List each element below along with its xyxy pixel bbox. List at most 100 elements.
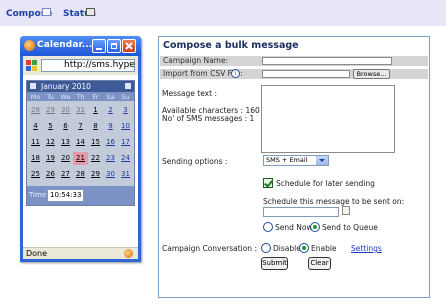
page-icon xyxy=(26,60,37,71)
campaign-name-input[interactable] xyxy=(262,57,392,65)
time-label: Time: xyxy=(29,191,49,199)
calendar-day[interactable]: 29 xyxy=(88,168,103,181)
weekday-label: Sa xyxy=(106,93,115,101)
calendar-day[interactable]: 20 xyxy=(58,152,73,165)
campaign-conversation-label: Campaign Conversation : xyxy=(162,244,257,253)
calendar-day[interactable]: 8 xyxy=(88,120,103,133)
calendar-day-grid: 28 29 30 31 1 2 3 4 5 6 7 8 9 10 11 12 13 14 15 16 17 18 19 20 2… xyxy=(27,101,134,185)
clear-button[interactable]: Clear xyxy=(308,257,331,270)
calendar-day[interactable]: 12 xyxy=(43,136,58,149)
firefox-status-icon xyxy=(124,249,133,258)
window-title: Calendar... xyxy=(37,40,93,50)
bookmark-star-icon[interactable]: ☆ xyxy=(126,60,135,71)
calendar-day[interactable]: 27 xyxy=(58,168,73,181)
weekday-label: Mo xyxy=(30,93,41,101)
calendar-day[interactable]: 22 xyxy=(88,152,103,165)
calendar-day[interactable]: 3 xyxy=(118,104,133,117)
calendar-popup-window: Calendar... http://sms.hype ☆ January 20… xyxy=(20,36,141,262)
calendar-day[interactable]: 28 xyxy=(73,168,88,181)
info-icon[interactable]: i xyxy=(231,69,240,78)
maximize-button[interactable] xyxy=(107,39,121,53)
calendar-day[interactable]: 26 xyxy=(43,168,58,181)
calendar-day[interactable]: 23 xyxy=(103,152,118,165)
calendar-header: January 2010 xyxy=(27,81,134,92)
calendar-day[interactable]: 24 xyxy=(118,152,133,165)
calendar-month: January 2010 xyxy=(41,82,91,91)
schedule-checkbox[interactable] xyxy=(263,178,273,188)
send-to-queue-radio[interactable] xyxy=(310,222,320,232)
weekday-header-row: Mo Tu We Th Fr Sa Su xyxy=(27,92,134,101)
calendar-day[interactable]: 13 xyxy=(58,136,73,149)
calendar-day[interactable]: 21 xyxy=(73,152,88,165)
calendar-day[interactable]: 2 xyxy=(103,104,118,117)
weekday-label: Tu xyxy=(46,93,55,101)
calendar-day[interactable]: 17 xyxy=(118,136,133,149)
enable-label: Enable xyxy=(311,244,337,253)
calendar-day[interactable]: 28 xyxy=(28,104,43,117)
conversation-enable-radio[interactable] xyxy=(299,243,309,253)
window-content: January 2010 Mo Tu We Th Fr Sa Su 28 29 30 31 1 2 3 4… xyxy=(23,75,138,247)
calendar-icon[interactable] xyxy=(342,206,350,215)
calendar-day[interactable]: 30 xyxy=(103,168,118,181)
calendar-day[interactable]: 18 xyxy=(28,152,43,165)
message-text-label: Message text : xyxy=(162,89,217,98)
page-title: Compose a bulk message xyxy=(163,40,299,51)
compose-icon[interactable] xyxy=(42,8,51,16)
sending-options-select[interactable]: SMS + Email xyxy=(263,155,329,166)
campaign-name-row: Campaign Name: xyxy=(160,56,428,66)
calendar-day[interactable]: 10 xyxy=(118,120,133,133)
browse-button[interactable]: Browse... xyxy=(353,69,390,79)
weekday-label: Th xyxy=(76,93,85,101)
send-now-radio[interactable] xyxy=(263,222,273,232)
submit-button[interactable]: Submit xyxy=(261,257,288,270)
address-text: http://sms.hype xyxy=(64,60,135,70)
minimize-button[interactable] xyxy=(92,39,106,53)
status-text: Done xyxy=(26,249,48,258)
next-month-button[interactable] xyxy=(125,83,131,89)
weekday-label: Su xyxy=(121,93,130,101)
calendar-day[interactable]: 6 xyxy=(58,120,73,133)
calendar-day[interactable]: 1 xyxy=(88,104,103,117)
calendar-day[interactable]: 30 xyxy=(58,104,73,117)
csv-file-input[interactable] xyxy=(262,70,350,78)
calendar-day[interactable]: 31 xyxy=(118,168,133,181)
time-input[interactable]: 10:54:33 xyxy=(47,189,84,202)
weekday-label: Fr xyxy=(92,93,99,101)
sending-option-value: SMS + Email xyxy=(266,156,308,164)
campaign-name-label: Campaign Name: xyxy=(163,56,229,65)
address-toolbar: http://sms.hype ☆ xyxy=(23,56,138,75)
window-status-bar: Done xyxy=(23,247,138,259)
calendar-day[interactable]: 16 xyxy=(103,136,118,149)
schedule-time-label: Schedule this message to be sent on: xyxy=(263,197,405,206)
conversation-disable-radio[interactable] xyxy=(261,243,271,253)
address-bar[interactable]: http://sms.hype ☆ xyxy=(41,59,135,72)
message-textarea[interactable] xyxy=(261,85,395,153)
sms-message-count: No' of SMS messages : 1 xyxy=(162,114,255,123)
calendar-widget: January 2010 Mo Tu We Th Fr Sa Su 28 29 30 31 1 2 3 4… xyxy=(26,80,135,206)
calendar-day[interactable]: 31 xyxy=(73,104,88,117)
calendar-day[interactable]: 25 xyxy=(28,168,43,181)
sending-options-label: Sending options : xyxy=(162,157,228,166)
close-button[interactable] xyxy=(122,39,136,53)
calendar-day[interactable]: 5 xyxy=(43,120,58,133)
calendar-day[interactable]: 19 xyxy=(43,152,58,165)
weekday-label: We xyxy=(60,93,71,101)
calendar-day[interactable]: 9 xyxy=(103,120,118,133)
calendar-day[interactable]: 29 xyxy=(43,104,58,117)
window-title-bar[interactable]: Calendar... xyxy=(20,36,141,56)
schedule-date-input[interactable] xyxy=(263,207,339,217)
calendar-day[interactable]: 4 xyxy=(28,120,43,133)
schedule-label: Schedule for later sending xyxy=(276,179,375,188)
disable-label: Disable xyxy=(273,244,301,253)
window-body: http://sms.hype ☆ January 2010 Mo Tu We Th F… xyxy=(23,56,138,259)
calendar-time-bar: Time: 10:54:33 xyxy=(27,186,134,205)
close-icon xyxy=(125,42,133,50)
status-icon[interactable] xyxy=(86,8,95,16)
calendar-day[interactable]: 14 xyxy=(73,136,88,149)
send-now-label: Send Now xyxy=(275,223,313,232)
calendar-day[interactable]: 11 xyxy=(28,136,43,149)
settings-link[interactable]: Settings xyxy=(351,244,382,253)
calendar-day[interactable]: 7 xyxy=(73,120,88,133)
prev-month-button[interactable] xyxy=(30,83,36,89)
calendar-day[interactable]: 15 xyxy=(88,136,103,149)
